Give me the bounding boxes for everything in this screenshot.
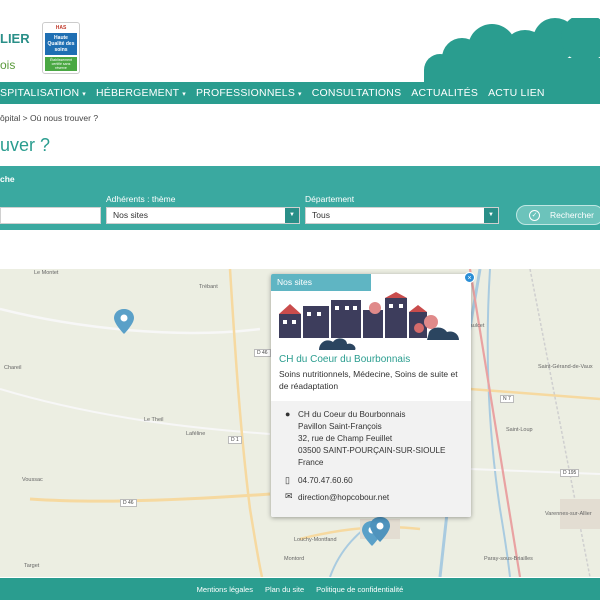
map-place-label: Le Theil xyxy=(144,417,164,423)
popup-contact-info: ● CH du Coeur du Bourbonnais Pavillon Sa… xyxy=(271,401,471,517)
location-pin-icon: ● xyxy=(285,409,291,419)
department-label: Département xyxy=(305,194,355,204)
address-line-4: 03500 SAINT-POURÇAIN-SUR-SIOULE xyxy=(298,446,446,455)
theme-label: Adhérents : thème xyxy=(106,194,176,204)
has-certification-badge[interactable]: HAS Haute Qualité des soins Établissemen… xyxy=(42,22,80,74)
location-popup: Nos sites CH du Coeur du Bourbonnais Soi… xyxy=(271,274,471,517)
map-place-label: Paray-sous-Briailles xyxy=(484,556,533,562)
chevron-down-icon: ▾ xyxy=(182,91,186,98)
buildings-illustration xyxy=(279,292,459,350)
popup-description: Soins nutritionnels, Médecine, Soins de … xyxy=(279,369,458,391)
search-button-label: Rechercher xyxy=(550,210,594,220)
phone-icon: ▯ xyxy=(285,475,290,485)
email-icon: ✉ xyxy=(285,491,293,501)
map-place-label: Target xyxy=(24,563,40,569)
department-select[interactable]: Tous ▼ xyxy=(305,207,499,224)
map-place-label: Montord xyxy=(284,556,305,562)
nav-item-label: HÉBERGEMENT xyxy=(95,87,180,99)
breadcrumb: ôpital > Où nous trouver ? xyxy=(0,113,99,123)
phone-number[interactable]: 04.70.47.60.60 xyxy=(298,476,353,485)
chevron-down-icon: ▾ xyxy=(82,91,86,98)
map-place-label: Varennes-sur-Allier xyxy=(545,511,592,517)
nav-item-professionnels[interactable]: PROFESSIONNELS ▾ xyxy=(196,87,302,99)
site-header: LIER ois HAS Haute Qualité des soins Éta… xyxy=(0,0,600,82)
nav-item-label: SPITALISATION xyxy=(0,87,80,99)
has-badge-top: HAS xyxy=(55,25,67,31)
search-button[interactable]: ✓ Rechercher xyxy=(516,205,600,225)
search-panel-label: che xyxy=(0,174,15,184)
page-title: uver ? xyxy=(0,135,51,155)
check-icon: ✓ xyxy=(529,209,540,221)
nav-item-h-bergement[interactable]: HÉBERGEMENT ▾ xyxy=(96,87,186,99)
map-place-label: Saint-Gérand-de-Vaux xyxy=(538,364,593,370)
theme-select-value: Nos sites xyxy=(113,210,148,220)
nav-item-label: PROFESSIONNELS xyxy=(195,87,296,99)
close-icon[interactable]: × xyxy=(464,272,475,283)
nav-item-consultations[interactable]: CONSULTATIONS xyxy=(312,87,402,99)
footer-link-politique-de-confidentialite-[interactable]: Politique de confidentialité xyxy=(316,585,403,594)
road-number-label: D 195 xyxy=(560,469,580,477)
nav-item-actualit-s[interactable]: ACTUALITÉS xyxy=(411,87,478,99)
main-nav: SPITALISATION ▾ HÉBERGEMENT ▾ PROFESSIONNELS… xyxy=(0,82,600,104)
map-place-label: Trébant xyxy=(199,284,218,290)
map-place-label: Louchy-Montfand xyxy=(294,537,337,543)
department-select-value: Tous xyxy=(312,210,330,220)
nav-item-label: ACTU LIEN xyxy=(488,87,545,99)
address-line-1: CH du Coeur du Bourbonnais xyxy=(298,410,406,419)
nav-item-label: CONSULTATIONS xyxy=(311,87,402,99)
road-number-label: D 46 xyxy=(120,499,137,507)
chevron-down-icon: ▼ xyxy=(484,208,498,223)
address-line-3: 32, rue de Champ Feuillet xyxy=(298,434,393,443)
map-place-label: Chareil xyxy=(4,365,22,371)
map-place-label: Laféline xyxy=(186,431,206,437)
logo-title[interactable]: LIER xyxy=(0,31,30,46)
clouds-decoration xyxy=(424,18,600,82)
nav-item-label: ACTUALITÉS xyxy=(411,87,479,99)
footer-link-mentions-le-gales[interactable]: Mentions légales xyxy=(197,585,253,594)
address-line-5: France xyxy=(298,458,324,467)
map-place-label: Voussac xyxy=(22,477,43,483)
popup-category-tag: Nos sites xyxy=(271,274,371,291)
nav-item-actu-lien[interactable]: ACTU LIEN xyxy=(488,87,545,99)
logo-subtitle[interactable]: ois xyxy=(0,58,15,72)
has-badge-note: Établissement certifié sans réserve xyxy=(45,57,77,71)
email-address[interactable]: direction@hopcobour.net xyxy=(298,493,389,502)
chevron-down-icon: ▾ xyxy=(298,91,302,98)
theme-select[interactable]: Nos sites ▼ xyxy=(106,207,300,224)
chevron-down-icon: ▼ xyxy=(285,208,299,223)
has-badge-title: Haute Qualité des soins xyxy=(45,33,77,55)
footer-link-plan-du-site[interactable]: Plan du site xyxy=(265,585,304,594)
map-place-label: Saint-Loup xyxy=(506,427,533,433)
nav-item-spitalisation[interactable]: SPITALISATION ▾ xyxy=(0,87,86,99)
site-footer: Mentions légales Plan du site Politique de… xyxy=(0,578,600,600)
road-number-label: N 7 xyxy=(500,395,514,403)
road-number-label: D 1 xyxy=(228,436,242,444)
road-number-label: D 46 xyxy=(254,349,271,357)
address-line-2: Pavillon Saint-François xyxy=(298,422,382,431)
keyword-input[interactable] xyxy=(0,207,101,224)
popup-site-name[interactable]: CH du Coeur du Bourbonnais xyxy=(279,354,410,365)
map-place-label: Le Montet xyxy=(34,270,59,276)
